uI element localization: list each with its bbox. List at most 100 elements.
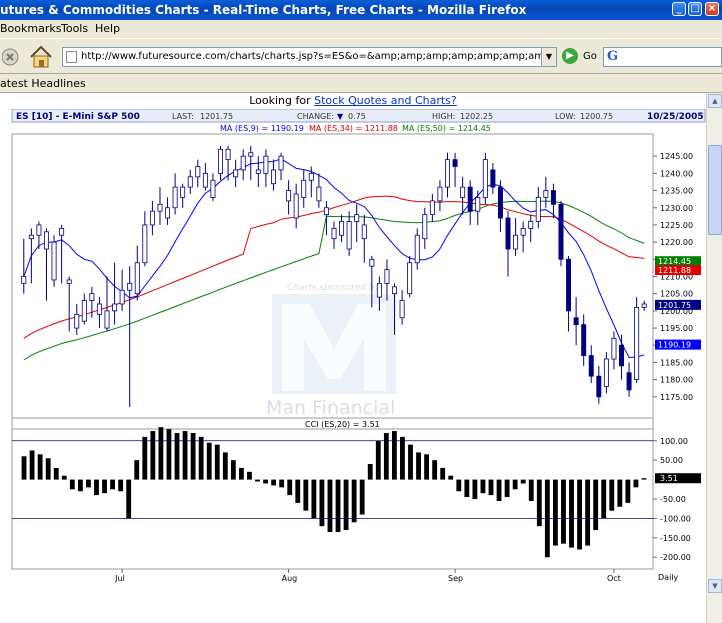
scroll-down-icon[interactable]: ▼ — [708, 579, 722, 593]
watermark-text: Man Financial — [266, 397, 395, 419]
cci-bar — [424, 454, 430, 480]
candle-body — [588, 355, 594, 377]
candle-body — [376, 282, 382, 298]
candle-body — [346, 221, 352, 250]
candle-body — [339, 221, 345, 236]
cci-bar — [255, 479, 260, 482]
cci-bar — [263, 479, 268, 484]
candle-body — [407, 262, 413, 295]
candle-body — [513, 234, 519, 250]
promo-text: Looking for — [249, 94, 315, 107]
candle-body — [149, 210, 155, 226]
menu-bar: Bookmarks Tools Help — [0, 20, 722, 38]
cci-bar — [359, 479, 365, 515]
candle-body — [187, 176, 193, 188]
cci-bar — [206, 442, 212, 480]
price-tick-label: 1245.00 — [660, 152, 693, 161]
cci-bar — [391, 431, 397, 480]
cci-tick-label: 100.00 — [660, 437, 688, 446]
minimize-button[interactable]: _ — [672, 2, 686, 16]
candle-body — [195, 166, 201, 178]
x-tick-label: Oct — [607, 574, 621, 583]
cci-tick-label: 50.00 — [660, 456, 683, 465]
cci-bar — [601, 479, 607, 519]
cci-title: CCI (ES,20) = 3.51 — [305, 420, 380, 429]
cci-bar — [577, 479, 582, 550]
candle-body — [51, 241, 57, 281]
candle-body — [210, 179, 216, 198]
cci-bar — [544, 479, 550, 558]
price-tick-label: 1240.00 — [660, 169, 693, 178]
cci-bar — [166, 429, 172, 480]
stop-icon[interactable] — [2, 47, 20, 67]
cci-bar — [311, 479, 317, 519]
price-tick-label: 1205.00 — [660, 290, 693, 299]
cci-bar — [552, 479, 558, 546]
stock-quotes-link[interactable]: Stock Quotes and Charts? — [314, 94, 457, 107]
candle-body — [619, 344, 624, 367]
menu-tools[interactable]: Tools — [61, 22, 88, 35]
cci-bar — [222, 452, 228, 480]
close-button[interactable]: × — [705, 2, 719, 16]
cci-bar — [625, 479, 631, 503]
ma34-legend: MA (ES,34) = 1211.88 — [309, 124, 398, 133]
cci-bar — [86, 479, 91, 488]
cci-bar — [126, 479, 132, 519]
vertical-scrollbar[interactable]: ▲ ▼ — [706, 93, 722, 623]
cci-bar — [190, 433, 196, 480]
page-content: Looking for Stock Quotes and Charts? ES … — [0, 93, 706, 623]
candle-body — [127, 282, 133, 291]
price-tick-label: 1185.00 — [660, 358, 693, 367]
candle-body — [89, 293, 95, 301]
menu-help[interactable]: Help — [95, 22, 120, 35]
candle-body — [603, 358, 609, 387]
title-bar: utures & Commodities Charts - Real-Time … — [0, 0, 722, 20]
cci-bar — [69, 479, 75, 490]
cci-bar — [134, 460, 140, 480]
symbol-title: ES [10] - E-Mini S&P 500 — [16, 112, 140, 122]
cci-bar — [633, 479, 639, 488]
low-label: LOW: — [555, 112, 576, 121]
cci-bar — [110, 479, 116, 490]
candle-body — [293, 193, 299, 219]
candle-body — [581, 324, 587, 356]
cci-bar — [585, 479, 591, 546]
cci-bar — [279, 479, 285, 488]
candle-body — [520, 227, 526, 236]
cci-bar — [174, 433, 180, 480]
last-value: 1201.75 — [200, 112, 233, 121]
candle-body — [202, 172, 208, 188]
scroll-up-icon[interactable]: ▲ — [708, 94, 722, 108]
go-button[interactable]: Go — [583, 51, 597, 62]
cci-tick-label: -50.00 — [660, 495, 686, 504]
candle-body — [28, 234, 34, 240]
candle-body — [112, 303, 118, 312]
candle-body — [641, 303, 647, 308]
value-tag-label: 1214.45 — [658, 257, 691, 266]
cci-bar — [343, 479, 349, 531]
price-tick-label: 1230.00 — [660, 204, 693, 213]
cci-bar — [271, 479, 277, 486]
value-tag-label: 1211.88 — [658, 266, 691, 275]
cci-bar — [512, 479, 518, 490]
cci-bar — [504, 479, 510, 498]
candle-body — [550, 190, 556, 205]
cci-bar — [198, 436, 204, 480]
scroll-thumb[interactable] — [708, 145, 722, 235]
cci-bar — [158, 427, 164, 480]
candle-body — [278, 155, 284, 171]
url-text: http://www.futuresource.com/charts/chart… — [81, 51, 541, 62]
url-dropdown-button[interactable]: ▼ — [541, 47, 557, 67]
candle-body — [225, 148, 231, 161]
menu-bookmarks[interactable]: Bookmarks — [0, 22, 61, 35]
search-field[interactable]: G — [603, 47, 722, 67]
url-field[interactable]: http://www.futuresource.com/charts/chart… — [62, 47, 542, 67]
low-value: 1200.75 — [580, 112, 613, 121]
home-icon[interactable] — [28, 44, 54, 70]
maximize-button[interactable]: □ — [688, 2, 702, 16]
candle-body — [81, 300, 87, 322]
latest-headlines-bookmark[interactable]: atest Headlines — [0, 77, 86, 90]
go-arrow-icon[interactable]: ▶ — [562, 48, 578, 64]
candle-body — [165, 207, 171, 219]
x-tick-label: Jul — [114, 574, 125, 583]
